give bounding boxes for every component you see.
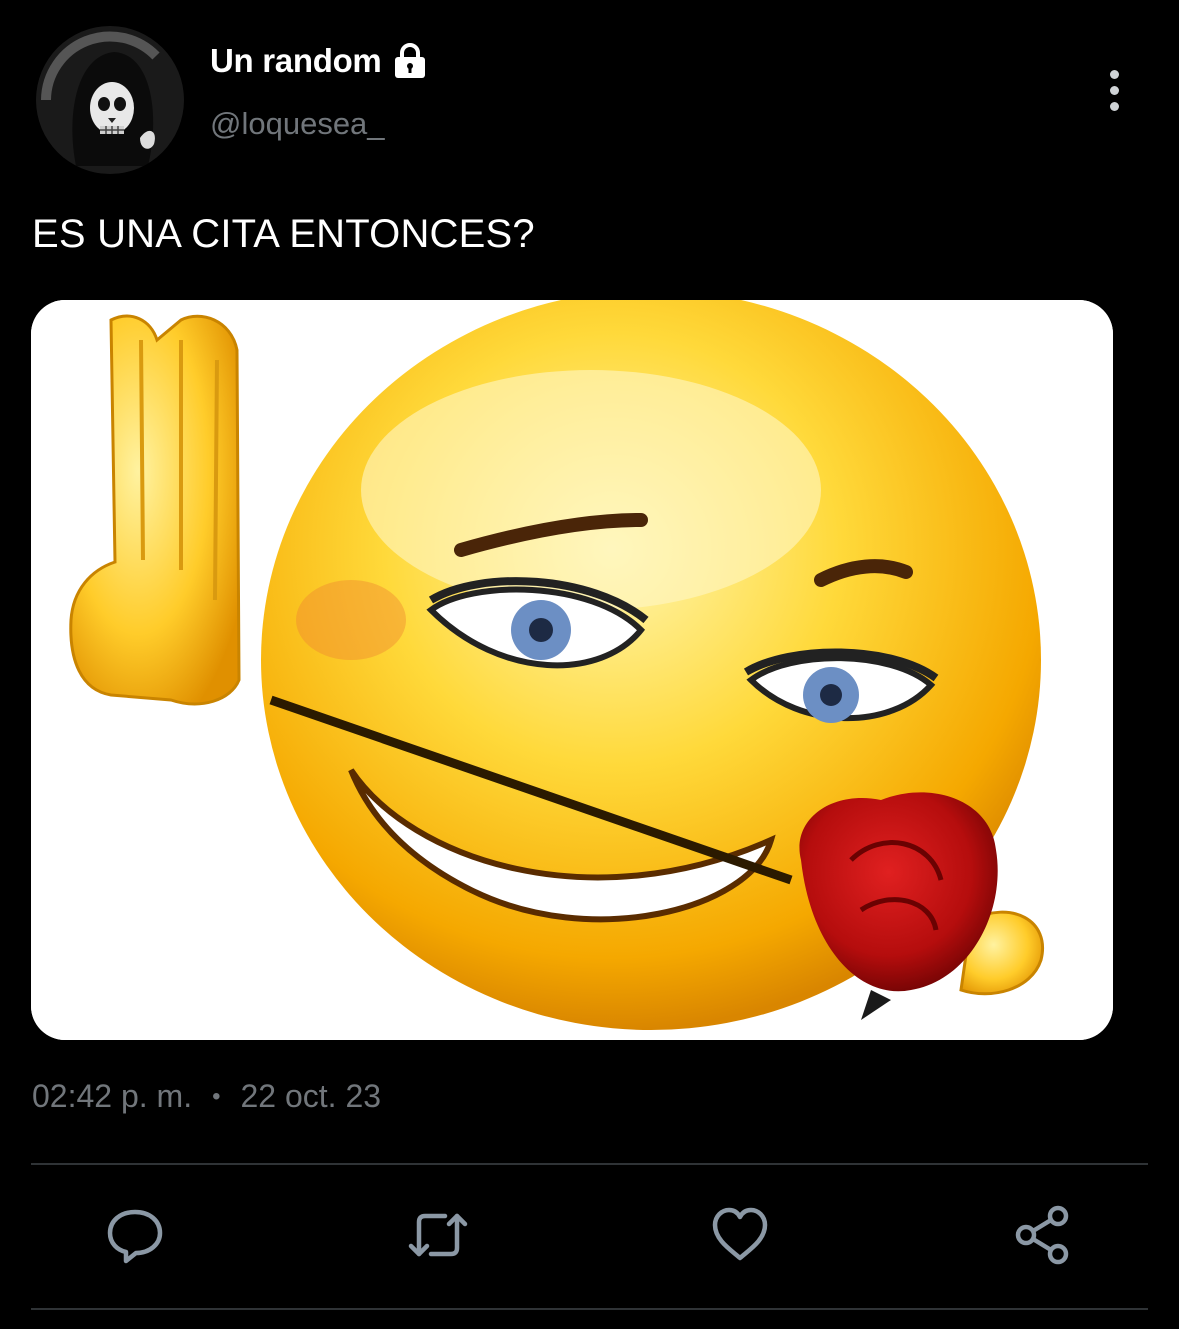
timestamp-separator: •	[212, 1082, 221, 1110]
lock-icon	[395, 43, 426, 78]
like-button[interactable]	[705, 1200, 775, 1270]
more-dot	[1109, 85, 1119, 95]
more-options-button[interactable]	[1098, 54, 1130, 126]
share-button[interactable]	[1008, 1200, 1078, 1270]
like-icon	[712, 1207, 768, 1261]
more-dot	[1109, 101, 1119, 111]
retweet-button[interactable]	[403, 1200, 473, 1270]
tweet-text: ES UNA CITA ENTONCES?	[32, 212, 535, 256]
reply-icon	[107, 1209, 163, 1264]
tweet-timestamp: 02:42 p. m. • 22 oct. 23	[32, 1078, 381, 1115]
tweet-header: Un random @loquesea_	[36, 26, 1146, 176]
tweet-media-image[interactable]	[31, 300, 1113, 1040]
avatar[interactable]	[36, 26, 184, 174]
grim-reaper-avatar-icon	[36, 26, 184, 174]
flirty-emoji-with-rose-image-icon	[31, 300, 1113, 1040]
tweet-date[interactable]: 22 oct. 23	[241, 1078, 382, 1115]
display-name[interactable]: Un random	[210, 42, 382, 80]
divider	[31, 1163, 1148, 1165]
bottom-divider	[31, 1308, 1148, 1310]
tweet-time[interactable]: 02:42 p. m.	[32, 1078, 192, 1115]
retweet-icon	[408, 1213, 468, 1257]
reply-button[interactable]	[100, 1200, 170, 1270]
more-dot	[1109, 69, 1119, 79]
user-handle[interactable]: @loquesea_	[210, 106, 385, 142]
name-row: Un random	[210, 42, 429, 80]
tweet-actions	[0, 1200, 1179, 1280]
share-icon	[1015, 1205, 1069, 1265]
